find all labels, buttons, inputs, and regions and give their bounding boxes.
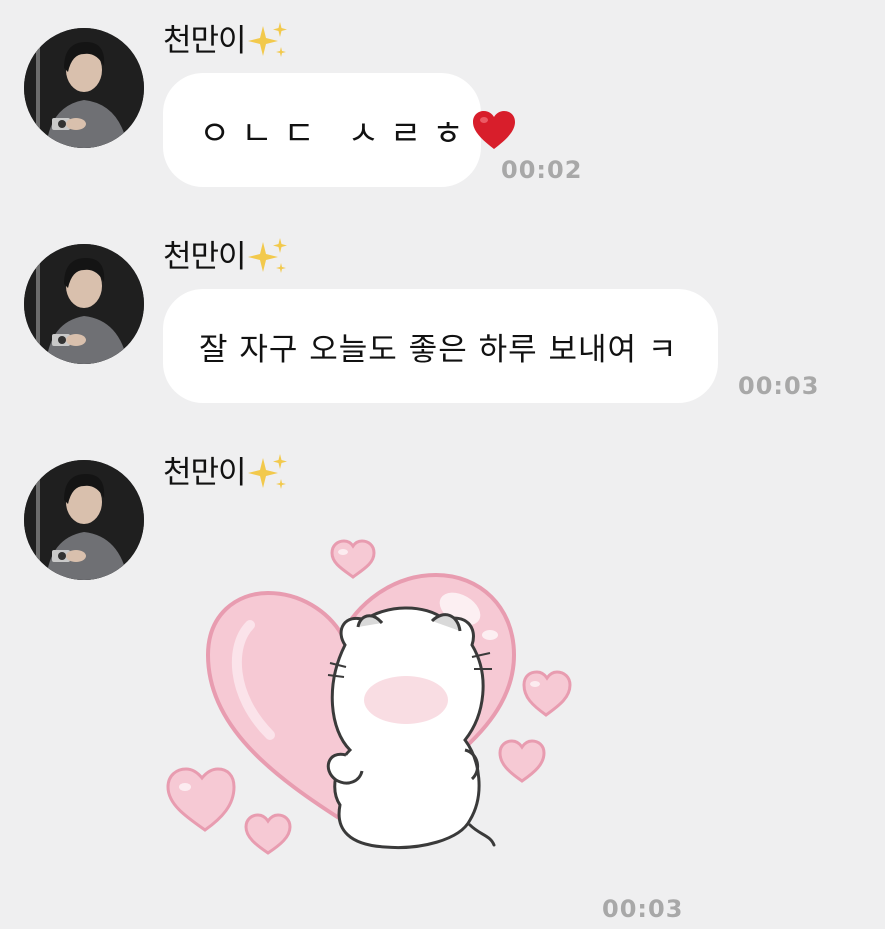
sender-name: 천만이 [163, 236, 290, 278]
sender-name-text: 천만이 [163, 23, 247, 59]
message-bubble[interactable]: ㅇㄴㄷ ㅅㄹㅎ [163, 73, 515, 187]
sparkles-icon [247, 20, 290, 62]
sparkles-icon [247, 452, 290, 494]
message-text: ㅇㄴㄷ ㅅㄹㅎ [199, 113, 475, 154]
timestamp: 00:03 [738, 372, 820, 400]
avatar[interactable] [24, 460, 144, 580]
cat-hugging-heart-sticker[interactable] [160, 535, 580, 865]
timestamp: 00:02 [501, 156, 583, 184]
sender-name-text: 천만이 [163, 455, 247, 491]
sender-name: 천만이 [163, 452, 290, 494]
red-heart-icon [471, 109, 517, 151]
message-bubble[interactable]: 잘 자구 오늘도 좋은 하루 보내여 ㅋ [163, 289, 718, 403]
avatar[interactable] [24, 244, 144, 364]
sender-name-text: 천만이 [163, 239, 247, 275]
avatar[interactable] [24, 28, 144, 148]
message-text: 잘 자구 오늘도 좋은 하루 보내여 ㅋ [199, 331, 678, 368]
timestamp: 00:03 [602, 895, 684, 923]
sender-name: 천만이 [163, 20, 290, 62]
sparkles-icon [247, 236, 290, 278]
